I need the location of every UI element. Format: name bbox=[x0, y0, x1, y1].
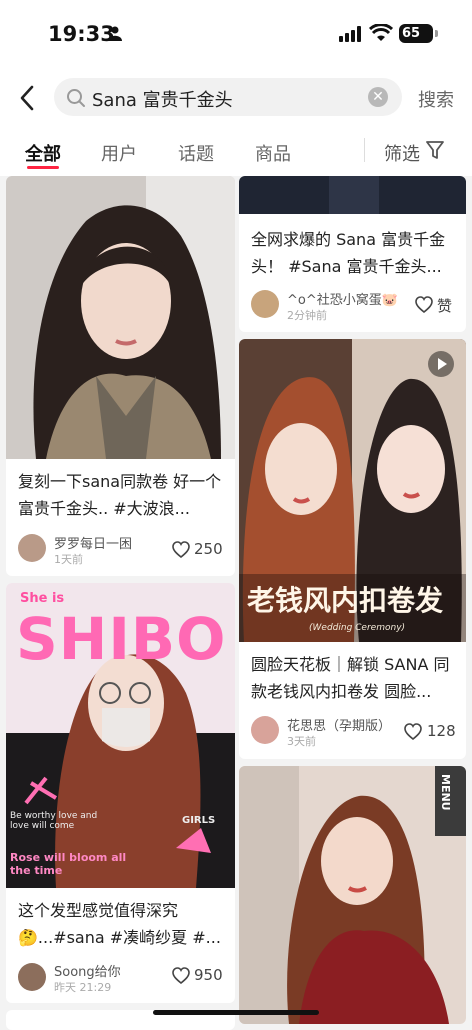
post-time: 昨天 21:29 bbox=[54, 981, 112, 994]
heart-icon[interactable] bbox=[172, 541, 190, 558]
like-count: 128 bbox=[427, 722, 456, 740]
overlay-text-scrawl: Be worthy love and love will come bbox=[10, 811, 98, 831]
overlay-text-tag: GIRLS bbox=[182, 815, 216, 826]
note-title: 圆脸天花板｜解锁 SANA 同款老钱风内扣卷发 圆脸... bbox=[251, 655, 450, 701]
filter-tabs: 全部 用户 话题 商品 筛选 bbox=[0, 126, 472, 176]
home-indicator bbox=[153, 1010, 319, 1015]
overlay-headline: 老钱风内扣卷发 bbox=[247, 584, 444, 617]
heart-icon[interactable] bbox=[415, 296, 433, 313]
overlay-text-big: SHIBO bbox=[16, 605, 227, 673]
note-cover-image[interactable] bbox=[6, 176, 235, 459]
author-name[interactable]: Soong给你 bbox=[54, 961, 121, 980]
tab-products[interactable]: 商品 bbox=[255, 140, 291, 166]
clear-icon[interactable]: ✕ bbox=[368, 87, 388, 107]
search-header: Sana 富贵千金头 ✕ 搜索 bbox=[0, 70, 472, 126]
note-card[interactable]: 复刻一下sana同款卷 好一个富贵千金头.. #大波浪... 罗罗每日一困 1天… bbox=[6, 176, 235, 576]
note-card[interactable]: 全网求爆的 Sana 富贵千金头！ #Sana 富贵千金头... ^o^社恐小窝… bbox=[239, 176, 466, 332]
tabs-divider bbox=[364, 138, 365, 162]
search-input[interactable]: Sana 富贵千金头 ✕ bbox=[54, 78, 402, 116]
heart-icon[interactable] bbox=[404, 723, 422, 740]
author-name[interactable]: 罗罗每日一困 bbox=[54, 533, 132, 552]
note-title: 这个发型感觉值得深究🤔...#sana #凑崎纱夏 #... bbox=[18, 901, 221, 947]
note-title: 全网求爆的 Sana 富贵千金头！ #Sana 富贵千金头... bbox=[251, 230, 446, 276]
note-card[interactable]: 老钱风内扣卷发 (Wedding Ceremony) 圆脸天花板｜解锁 SANA… bbox=[239, 339, 466, 759]
note-title: 复刻一下sana同款卷 好一个富贵千金头.. #大波浪... bbox=[18, 472, 222, 518]
author-name[interactable]: ^o^社恐小窝蛋🐷 bbox=[287, 289, 398, 308]
tab-all[interactable]: 全部 bbox=[25, 140, 61, 166]
search-button[interactable]: 搜索 bbox=[418, 86, 454, 112]
back-arrow-icon[interactable] bbox=[16, 84, 38, 112]
like-count: 赞 bbox=[437, 297, 453, 315]
overlay-text-she-is: She is bbox=[20, 591, 65, 606]
search-query: Sana 富贵千金头 bbox=[92, 90, 233, 111]
search-icon bbox=[67, 89, 85, 107]
status-bar: 19:33 65 bbox=[0, 0, 472, 70]
note-cover-image[interactable] bbox=[239, 766, 466, 1024]
heart-icon[interactable] bbox=[172, 967, 190, 984]
funnel-icon[interactable] bbox=[426, 140, 444, 160]
post-time: 3天前 bbox=[287, 735, 316, 748]
tab-users[interactable]: 用户 bbox=[101, 140, 137, 166]
like-count: 950 bbox=[194, 966, 223, 984]
overlay-subtitle: (Wedding Ceremony) bbox=[309, 623, 406, 633]
tab-active-indicator bbox=[27, 166, 59, 169]
avatar[interactable] bbox=[251, 290, 279, 318]
like-count: 250 bbox=[194, 540, 223, 558]
overlay-text-scrawl: Rose will bloom all the time bbox=[10, 851, 127, 877]
cellular-signal-icon bbox=[339, 26, 361, 42]
avatar[interactable] bbox=[251, 716, 279, 744]
note-card[interactable]: She is SHIBO Be worthy love and love wil… bbox=[6, 583, 235, 1003]
author-name[interactable]: 花思思（孕期版） bbox=[287, 715, 391, 734]
note-cover-image[interactable] bbox=[239, 176, 466, 214]
post-time: 1天前 bbox=[54, 553, 83, 566]
wifi-icon bbox=[369, 24, 393, 41]
status-time: 19:33 bbox=[48, 22, 115, 46]
video-play-icon[interactable] bbox=[428, 351, 454, 377]
battery-indicator: 65 bbox=[399, 24, 438, 43]
tab-topics[interactable]: 话题 bbox=[178, 140, 214, 166]
overlay-sign: MENU bbox=[439, 774, 452, 811]
avatar[interactable] bbox=[18, 534, 46, 562]
person-icon bbox=[108, 26, 122, 41]
note-card[interactable]: MENU bbox=[239, 766, 466, 1024]
filter-button[interactable]: 筛选 bbox=[384, 140, 420, 166]
post-time: 2分钟前 bbox=[287, 309, 327, 322]
avatar[interactable] bbox=[18, 963, 46, 991]
